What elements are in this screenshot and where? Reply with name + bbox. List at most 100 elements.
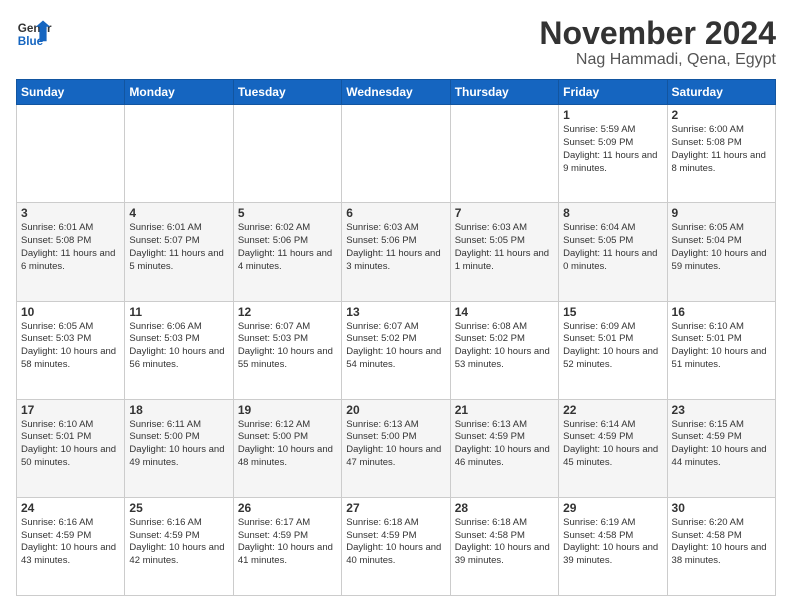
- day-number: 15: [563, 305, 662, 319]
- col-friday: Friday: [559, 80, 667, 105]
- day-number: 23: [672, 403, 771, 417]
- table-cell: 13 Sunrise: 6:07 AM Sunset: 5:02 PM Dayli…: [342, 301, 450, 399]
- table-cell: 4Sunrise: 6:01 AM Sunset: 5:07 PM Daylig…: [125, 203, 233, 301]
- table-cell: 3 Sunrise: 6:01 AM Sunset: 5:08 PM Daylig…: [17, 203, 125, 301]
- day-info: Sunrise: 6:04 AM Sunset: 5:05 PM Dayligh…: [563, 222, 662, 273]
- week-row-2: 10 Sunrise: 6:05 AM Sunset: 5:03 PM Dayli…: [17, 301, 776, 399]
- day-info: Sunrise: 6:13 AM Sunset: 4:59 PM Dayligh…: [455, 419, 554, 470]
- week-row-1: 3 Sunrise: 6:01 AM Sunset: 5:08 PM Daylig…: [17, 203, 776, 301]
- col-wednesday: Wednesday: [342, 80, 450, 105]
- table-cell: 1 Sunrise: 5:59 AM Sunset: 5:09 PM Daylig…: [559, 105, 667, 203]
- table-cell: 17 Sunrise: 6:10 AM Sunset: 5:01 PM Dayli…: [17, 399, 125, 497]
- table-cell: 7Sunrise: 6:03 AM Sunset: 5:05 PM Daylig…: [450, 203, 558, 301]
- day-info: Sunrise: 6:05 AM Sunset: 5:04 PM Dayligh…: [672, 222, 771, 273]
- table-cell: 14 Sunrise: 6:08 AM Sunset: 5:02 PM Dayli…: [450, 301, 558, 399]
- day-info: Sunrise: 5:59 AM Sunset: 5:09 PM Dayligh…: [563, 124, 662, 175]
- day-number: 6: [346, 206, 445, 220]
- day-info: Sunrise: 6:11 AM Sunset: 5:00 PM Dayligh…: [129, 419, 228, 470]
- table-cell: 28 Sunrise: 6:18 AM Sunset: 4:58 PM Dayli…: [450, 497, 558, 595]
- day-number: 1: [563, 108, 662, 122]
- day-number: 21: [455, 403, 554, 417]
- table-cell: 20Sunrise: 6:13 AM Sunset: 5:00 PM Dayli…: [342, 399, 450, 497]
- table-cell: 5 Sunrise: 6:02 AM Sunset: 5:06 PM Daylig…: [233, 203, 341, 301]
- day-number: 26: [238, 501, 337, 515]
- table-cell: 19Sunrise: 6:12 AM Sunset: 5:00 PM Dayli…: [233, 399, 341, 497]
- logo: General Blue: [16, 16, 52, 52]
- day-number: 11: [129, 305, 228, 319]
- month-title: November 2024: [539, 16, 776, 51]
- header: General Blue November 2024 Nag Hammadi, …: [16, 16, 776, 69]
- table-cell: 24Sunrise: 6:16 AM Sunset: 4:59 PM Dayli…: [17, 497, 125, 595]
- title-block: November 2024 Nag Hammadi, Qena, Egypt: [539, 16, 776, 69]
- col-sunday: Sunday: [17, 80, 125, 105]
- col-thursday: Thursday: [450, 80, 558, 105]
- day-number: 14: [455, 305, 554, 319]
- table-cell: 23 Sunrise: 6:15 AM Sunset: 4:59 PM Dayli…: [667, 399, 775, 497]
- page: General Blue November 2024 Nag Hammadi, …: [0, 0, 792, 612]
- day-number: 20: [346, 403, 445, 417]
- table-cell: 12Sunrise: 6:07 AM Sunset: 5:03 PM Dayli…: [233, 301, 341, 399]
- day-info: Sunrise: 6:05 AM Sunset: 5:03 PM Dayligh…: [21, 321, 120, 372]
- day-info: Sunrise: 6:09 AM Sunset: 5:01 PM Dayligh…: [563, 321, 662, 372]
- table-cell: 8Sunrise: 6:04 AM Sunset: 5:05 PM Daylig…: [559, 203, 667, 301]
- table-cell: [233, 105, 341, 203]
- table-cell: 10 Sunrise: 6:05 AM Sunset: 5:03 PM Dayli…: [17, 301, 125, 399]
- day-info: Sunrise: 6:15 AM Sunset: 4:59 PM Dayligh…: [672, 419, 771, 470]
- table-cell: 15 Sunrise: 6:09 AM Sunset: 5:01 PM Dayli…: [559, 301, 667, 399]
- table-cell: [450, 105, 558, 203]
- col-tuesday: Tuesday: [233, 80, 341, 105]
- day-number: 16: [672, 305, 771, 319]
- table-cell: 27 Sunrise: 6:18 AM Sunset: 4:59 PM Dayli…: [342, 497, 450, 595]
- day-number: 17: [21, 403, 120, 417]
- day-info: Sunrise: 6:07 AM Sunset: 5:03 PM Dayligh…: [238, 321, 337, 372]
- day-number: 5: [238, 206, 337, 220]
- day-number: 18: [129, 403, 228, 417]
- day-number: 29: [563, 501, 662, 515]
- day-info: Sunrise: 6:03 AM Sunset: 5:05 PM Dayligh…: [455, 222, 554, 273]
- day-info: Sunrise: 6:01 AM Sunset: 5:08 PM Dayligh…: [21, 222, 120, 273]
- col-monday: Monday: [125, 80, 233, 105]
- day-number: 13: [346, 305, 445, 319]
- day-info: Sunrise: 6:16 AM Sunset: 4:59 PM Dayligh…: [129, 517, 228, 568]
- day-info: Sunrise: 6:18 AM Sunset: 4:59 PM Dayligh…: [346, 517, 445, 568]
- day-info: Sunrise: 6:03 AM Sunset: 5:06 PM Dayligh…: [346, 222, 445, 273]
- week-row-4: 24 Sunrise: 6:16 AM Sunset: 4:59 PM Dayli…: [17, 497, 776, 595]
- table-cell: 18 Sunrise: 6:11 AM Sunset: 5:00 PM Dayli…: [125, 399, 233, 497]
- day-number: 3: [21, 206, 120, 220]
- day-number: 2: [672, 108, 771, 122]
- logo-icon: General Blue: [16, 16, 52, 52]
- table-cell: 25 Sunrise: 6:16 AM Sunset: 4:59 PM Dayli…: [125, 497, 233, 595]
- table-cell: 16 Sunrise: 6:10 AM Sunset: 5:01 PM Dayli…: [667, 301, 775, 399]
- table-cell: 29 Sunrise: 6:19 AM Sunset: 4:58 PM Dayli…: [559, 497, 667, 595]
- day-number: 28: [455, 501, 554, 515]
- day-info: Sunrise: 6:10 AM Sunset: 5:01 PM Dayligh…: [672, 321, 771, 372]
- day-number: 30: [672, 501, 771, 515]
- day-info: Sunrise: 6:08 AM Sunset: 5:02 PM Dayligh…: [455, 321, 554, 372]
- day-info: Sunrise: 6:20 AM Sunset: 4:58 PM Dayligh…: [672, 517, 771, 568]
- table-cell: 2 Sunrise: 6:00 AM Sunset: 5:08 PM Daylig…: [667, 105, 775, 203]
- day-number: 27: [346, 501, 445, 515]
- day-info: Sunrise: 6:18 AM Sunset: 4:58 PM Dayligh…: [455, 517, 554, 568]
- week-row-0: 1 Sunrise: 5:59 AM Sunset: 5:09 PM Daylig…: [17, 105, 776, 203]
- table-cell: 30 Sunrise: 6:20 AM Sunset: 4:58 PM Dayli…: [667, 497, 775, 595]
- day-info: Sunrise: 6:10 AM Sunset: 5:01 PM Dayligh…: [21, 419, 120, 470]
- table-cell: [17, 105, 125, 203]
- day-info: Sunrise: 6:00 AM Sunset: 5:08 PM Dayligh…: [672, 124, 771, 175]
- table-cell: [342, 105, 450, 203]
- day-number: 24: [21, 501, 120, 515]
- day-number: 10: [21, 305, 120, 319]
- day-info: Sunrise: 6:07 AM Sunset: 5:02 PM Dayligh…: [346, 321, 445, 372]
- day-number: 22: [563, 403, 662, 417]
- day-info: Sunrise: 6:14 AM Sunset: 4:59 PM Dayligh…: [563, 419, 662, 470]
- day-number: 25: [129, 501, 228, 515]
- table-cell: 26 Sunrise: 6:17 AM Sunset: 4:59 PM Dayli…: [233, 497, 341, 595]
- day-info: Sunrise: 6:01 AM Sunset: 5:07 PM Dayligh…: [129, 222, 228, 273]
- subtitle: Nag Hammadi, Qena, Egypt: [539, 51, 776, 69]
- table-cell: 21 Sunrise: 6:13 AM Sunset: 4:59 PM Dayli…: [450, 399, 558, 497]
- day-info: Sunrise: 6:19 AM Sunset: 4:58 PM Dayligh…: [563, 517, 662, 568]
- table-cell: 6 Sunrise: 6:03 AM Sunset: 5:06 PM Daylig…: [342, 203, 450, 301]
- day-info: Sunrise: 6:17 AM Sunset: 4:59 PM Dayligh…: [238, 517, 337, 568]
- day-info: Sunrise: 6:02 AM Sunset: 5:06 PM Dayligh…: [238, 222, 337, 273]
- header-row: Sunday Monday Tuesday Wednesday Thursday…: [17, 80, 776, 105]
- table-cell: 22 Sunrise: 6:14 AM Sunset: 4:59 PM Dayli…: [559, 399, 667, 497]
